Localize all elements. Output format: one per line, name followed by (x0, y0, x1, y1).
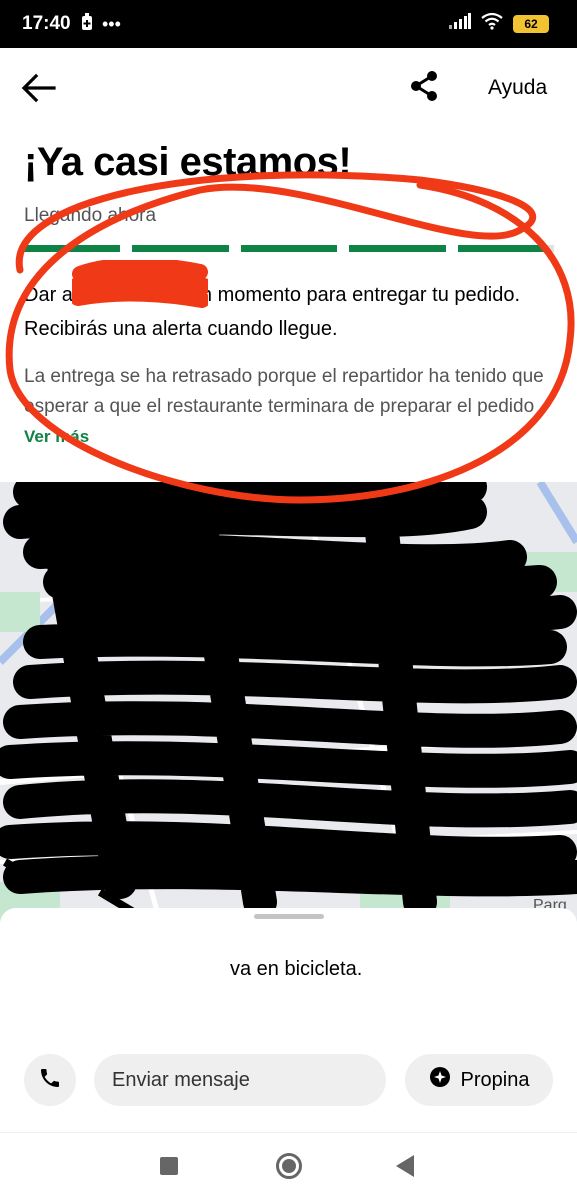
courier-panel: va en bicicleta. Enviar mensaje Propina (0, 908, 577, 1133)
recents-button[interactable] (160, 1157, 178, 1175)
courier-status-text: va en bicicleta. (230, 958, 363, 980)
status-right-icons: 62 (449, 12, 549, 35)
wifi-icon (481, 12, 503, 35)
drag-handle[interactable] (254, 914, 324, 919)
battery-saver-icon (80, 13, 94, 36)
arrow-left-icon (20, 73, 56, 108)
home-button[interactable] (276, 1153, 302, 1179)
status-bar: 17:40 ••• 62 (0, 0, 577, 48)
share-button[interactable] (408, 70, 444, 106)
tip-label: Propina (460, 1068, 530, 1091)
more-notifications-icon: ••• (102, 14, 121, 34)
back-button[interactable] (20, 72, 60, 108)
red-annotation-circle (5, 171, 575, 504)
signal-icon (449, 13, 471, 34)
help-button[interactable]: Ayuda (488, 76, 547, 100)
sparkle-icon (429, 1066, 451, 1094)
status-time: 17:40 (22, 13, 71, 34)
tip-button[interactable]: Propina (405, 1054, 553, 1106)
send-message-button[interactable]: Enviar mensaje (94, 1054, 386, 1106)
system-nav-bar (0, 1132, 577, 1201)
share-icon (408, 71, 440, 106)
call-button[interactable] (24, 1054, 76, 1106)
phone-icon (38, 1066, 62, 1095)
top-bar: Ayuda (0, 48, 577, 128)
battery-indicator: 62 (513, 14, 549, 33)
map-graphic: Parq (0, 482, 577, 922)
status-left-icons: ••• (80, 13, 121, 36)
red-redaction-name (72, 260, 208, 308)
system-back-button[interactable] (396, 1155, 414, 1177)
delivery-map[interactable]: Parq (0, 482, 577, 922)
